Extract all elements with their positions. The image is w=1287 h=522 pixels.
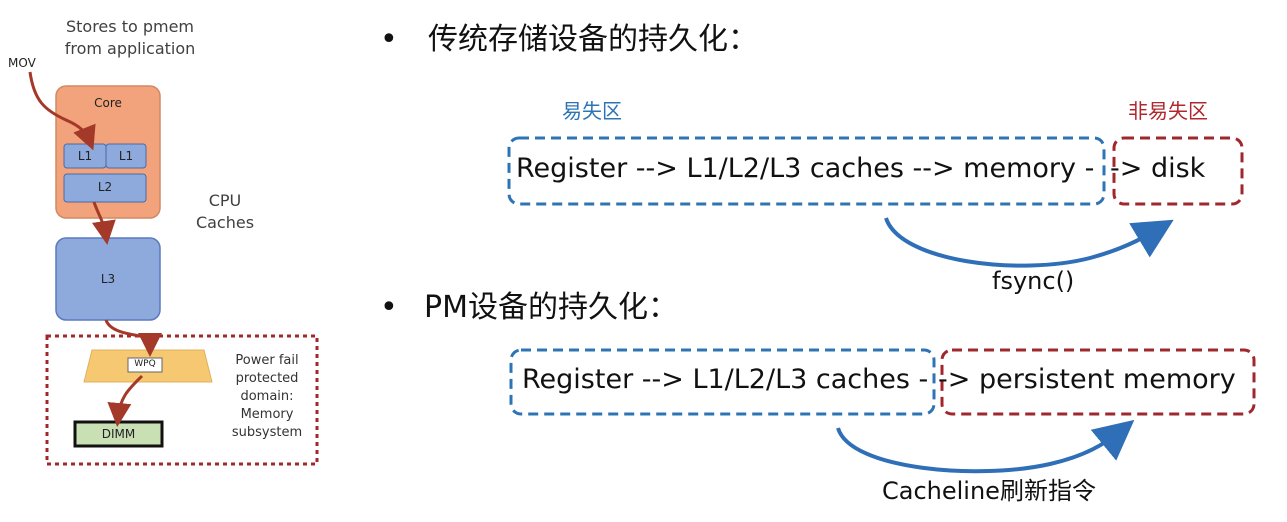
section1-title: 传统存储设备的持久化： bbox=[428, 22, 758, 57]
power-fail-line-1: Power fail bbox=[235, 353, 299, 368]
stores-caption: Stores to pmem from application bbox=[40, 16, 220, 60]
core-label: Core bbox=[94, 96, 122, 110]
dimm-label: DIMM bbox=[101, 427, 136, 441]
cpu-caches-line-1: CPU bbox=[208, 191, 242, 210]
l1-a-label: L1 bbox=[77, 149, 93, 163]
l3-to-wpq-arrow bbox=[104, 319, 162, 357]
section2-bullet: • bbox=[380, 290, 398, 325]
stores-caption-line-2: from application bbox=[64, 39, 196, 58]
fsync-arrow bbox=[884, 217, 1174, 268]
section1-flow-text: Register --> L1/L2/L3 caches --> memory … bbox=[516, 153, 1095, 184]
cacheline-flush-arrow bbox=[836, 419, 1135, 474]
power-fail-line-4: Memory bbox=[240, 407, 294, 422]
power-fail-line-2: protected bbox=[235, 371, 299, 386]
cpu-caches-label: CPU Caches bbox=[180, 190, 270, 234]
power-fail-line-3: domain: bbox=[240, 389, 294, 404]
power-fail-line-5: subsystem bbox=[231, 425, 303, 440]
power-fail-label: Power fail protected domain: Memory subs… bbox=[222, 352, 312, 442]
fsync-label: fsync() bbox=[992, 267, 1075, 295]
wpq-label: WPQ bbox=[134, 359, 156, 369]
l1-b-label: L1 bbox=[118, 149, 134, 163]
section1-flow-tail: -> disk bbox=[1110, 153, 1206, 184]
volatile-label: 易失区 bbox=[562, 99, 622, 123]
section2-flow-text: Register --> L1/L2/L3 caches - bbox=[522, 364, 929, 395]
cpu-caches-line-2: Caches bbox=[195, 213, 255, 232]
diagram-canvas bbox=[28, 71, 1256, 474]
section2-flow-tail: -> persistent memory bbox=[938, 364, 1236, 395]
section2-title: PM设备的持久化： bbox=[424, 290, 678, 325]
cacheline-flush-label: Cacheline刷新指令 bbox=[882, 477, 1096, 505]
mov-label: MOV bbox=[8, 56, 36, 70]
stores-caption-line-1: Stores to pmem bbox=[65, 17, 195, 36]
nonvolatile-label: 非易失区 bbox=[1128, 99, 1208, 123]
l3-label: L3 bbox=[100, 272, 116, 286]
l2-label: L2 bbox=[97, 180, 113, 194]
section1-bullet: • bbox=[380, 22, 398, 57]
